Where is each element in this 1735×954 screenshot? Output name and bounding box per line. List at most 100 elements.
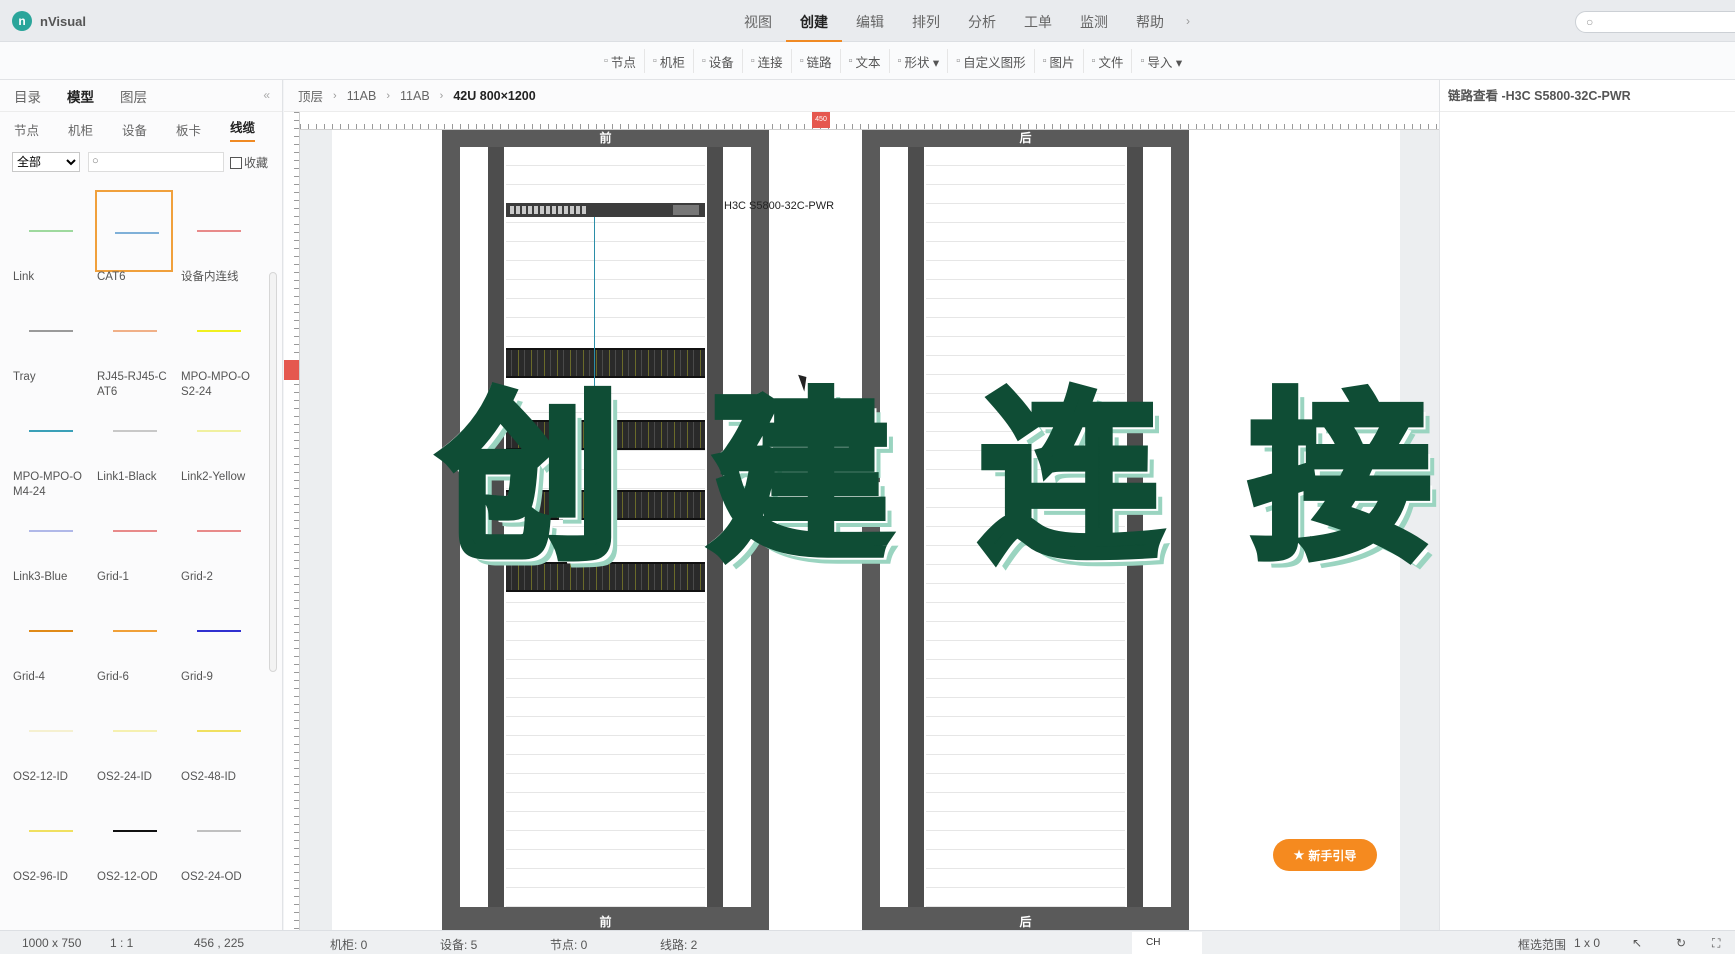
cable-model-item[interactable]: Link [6,190,90,288]
device-server-4[interactable] [506,562,705,592]
model-search-input[interactable]: ○ [88,152,224,172]
breadcrumb-item[interactable]: 11AB [400,89,430,103]
cable-model-label: 设备内连线 [181,271,239,283]
sidebar-tabs: 目录 模型 图层 « [0,80,282,112]
toolbar-button-7[interactable]: ▫ 自定义图形 [948,49,1035,73]
cable-model-item[interactable]: 设备内连线 [174,190,258,288]
cable-line-preview [113,730,157,732]
vertical-ruler [284,112,300,930]
cable-model-item[interactable]: OS2-48-ID [174,690,258,788]
cable-model-item[interactable]: OS2-24-ID [90,690,174,788]
cable-model-item[interactable]: Link1-Black [90,390,174,488]
cable-model-item[interactable]: MPO-MPO-OS2-24 [174,290,258,398]
menu-monitor[interactable]: 监测 [1066,0,1122,42]
rack-front[interactable]: 前 H3C S5800-32C-PWR 前 [442,130,834,930]
subtab-cabinet[interactable]: 机柜 [68,120,122,139]
cable-model-item[interactable]: OS2-12-ID [6,690,90,788]
toolbar-button-9[interactable]: ▫ 文件 [1084,49,1133,73]
cable-model-item[interactable]: Grid-1 [90,490,174,588]
toolbar-label: 节点 [610,55,636,70]
cable-model-item[interactable]: Tray [6,290,90,388]
menu-analyze[interactable]: 分析 [954,0,1010,42]
status-bar: 1000 x 750 1 : 1 456 , 225 机柜: 0 设备: 5 节… [0,930,1735,954]
cable-swatch [11,590,89,672]
cable-model-item[interactable]: Grid-6 [90,590,174,688]
sidebar-scrollbar[interactable] [269,272,277,672]
category-select[interactable]: 全部 [12,152,80,172]
cable-model-item[interactable]: OS2-12-OD [90,790,174,888]
menu-view[interactable]: 视图 [730,0,786,42]
cable-link[interactable] [594,217,595,397]
toolbar-button-10[interactable]: ▫ 导入 ▾ [1132,49,1190,73]
toolbar-button-2[interactable]: ▫ 设备 [694,49,743,73]
cable-swatch [179,590,257,672]
device-h3c-switch[interactable] [506,203,705,217]
rack-back[interactable]: 后 后 [862,130,1189,930]
tab-catalog[interactable]: 目录 [14,86,41,106]
cable-model-item[interactable]: OS2-24-OD [174,790,258,888]
beginner-guide-button[interactable]: ★ 新手引导 [1273,839,1377,871]
rack-units [506,147,705,907]
canvas-page[interactable]: 前 H3C S5800-32C-PWR 前 后 后 [332,130,1400,930]
logo-icon: n [12,11,32,31]
breadcrumb-item[interactable]: 11AB [347,89,377,103]
tab-model[interactable]: 模型 [67,86,94,106]
cable-line-preview [113,630,157,632]
cable-model-item[interactable]: Grid-9 [174,590,258,688]
favorite-checkbox[interactable]: 收藏 [230,154,268,171]
cable-model-item[interactable]: MPO-MPO-OM4-24 [6,390,90,498]
cable-swatch [179,690,257,772]
toolbar-button-4[interactable]: ▫ 链路 [792,49,841,73]
menu-arrange[interactable]: 排列 [898,0,954,42]
model-sidebar: 目录 模型 图层 « 节点 机柜 设备 板卡 线缆 全部 ○ 收藏 Link CA… [0,80,283,930]
cable-model-item[interactable]: CAT6 [90,190,174,288]
toolbar-button-8[interactable]: ▫ 图片 [1035,49,1084,73]
import-icon: ▫ [1140,55,1145,67]
cable-swatch [179,390,257,472]
pointer-tool-icon[interactable]: ↖ [1632,936,1642,950]
guide-label: 新手引导 [1308,848,1357,863]
menu-more-icon[interactable]: › [1178,0,1198,42]
breadcrumb-item[interactable]: 顶层 [298,86,323,105]
tab-layer[interactable]: 图层 [120,86,147,106]
rotate-icon[interactable]: ↻ [1676,936,1686,950]
subtab-node[interactable]: 节点 [14,120,68,139]
cable-line-preview [113,330,157,332]
collapse-sidebar-icon[interactable]: « [263,88,270,102]
cable-model-item[interactable]: Grid-2 [174,490,258,588]
menu-edit[interactable]: 编辑 [842,0,898,42]
toolbar-button-6[interactable]: ▫ 形状 ▾ [890,49,949,73]
cable-model-item[interactable]: RJ45-RJ45-CAT6 [90,290,174,398]
diagram-canvas[interactable]: 前 H3C S5800-32C-PWR 前 后 后 [300,130,1439,930]
toolbar-label: 图片 [1049,55,1075,70]
device-server-2[interactable] [506,420,705,450]
menu-create[interactable]: 创建 [786,0,842,42]
cable-model-item[interactable]: Link3-Blue [6,490,90,588]
menu-workorder[interactable]: 工单 [1010,0,1066,42]
breadcrumb-separator-icon: › [333,89,337,102]
device-server-1[interactable] [506,348,705,378]
app-logo[interactable]: n nVisual [12,11,86,31]
rack-units [926,147,1125,907]
toolbar-button-3[interactable]: ▫ 连接 [743,49,792,73]
create-toolbar: ▫ 节点 ▫ 机柜 ▫ 设备 ▫ 连接 ▫ 链路 ▫ 文本 ▫ 形状 ▾ ▫ 自定义图形 ▫ 图片 ▫ 文件 ▫ 导入 ▾ [0,42,1735,80]
cable-line-preview [113,530,157,532]
toolbar-button-0[interactable]: ▫ 节点 [596,49,645,73]
global-search-input[interactable]: ○ [1575,11,1735,33]
rack-back-bottom-label: 后 [1019,915,1032,929]
subtab-device[interactable]: 设备 [122,120,176,139]
cable-model-item[interactable]: Grid-4 [6,590,90,688]
shape-icon: ▫ [897,55,902,67]
fullscreen-icon[interactable]: ⛶ [1712,936,1720,951]
toolbar-button-5[interactable]: ▫ 文本 [841,49,890,73]
subtab-cable[interactable]: 线缆 [230,117,256,142]
toolbar-button-1[interactable]: ▫ 机柜 [645,49,694,73]
cable-model-item[interactable]: OS2-96-ID [6,790,90,888]
cable-model-label: Grid-4 [13,671,45,683]
menu-help[interactable]: 帮助 [1122,0,1178,42]
cable-model-item[interactable]: Link2-Yellow [174,390,258,488]
subtab-card[interactable]: 板卡 [176,120,230,139]
rack-front-top-label: 前 [599,131,612,145]
cable-line-preview [29,230,73,232]
device-server-3[interactable] [506,490,705,520]
